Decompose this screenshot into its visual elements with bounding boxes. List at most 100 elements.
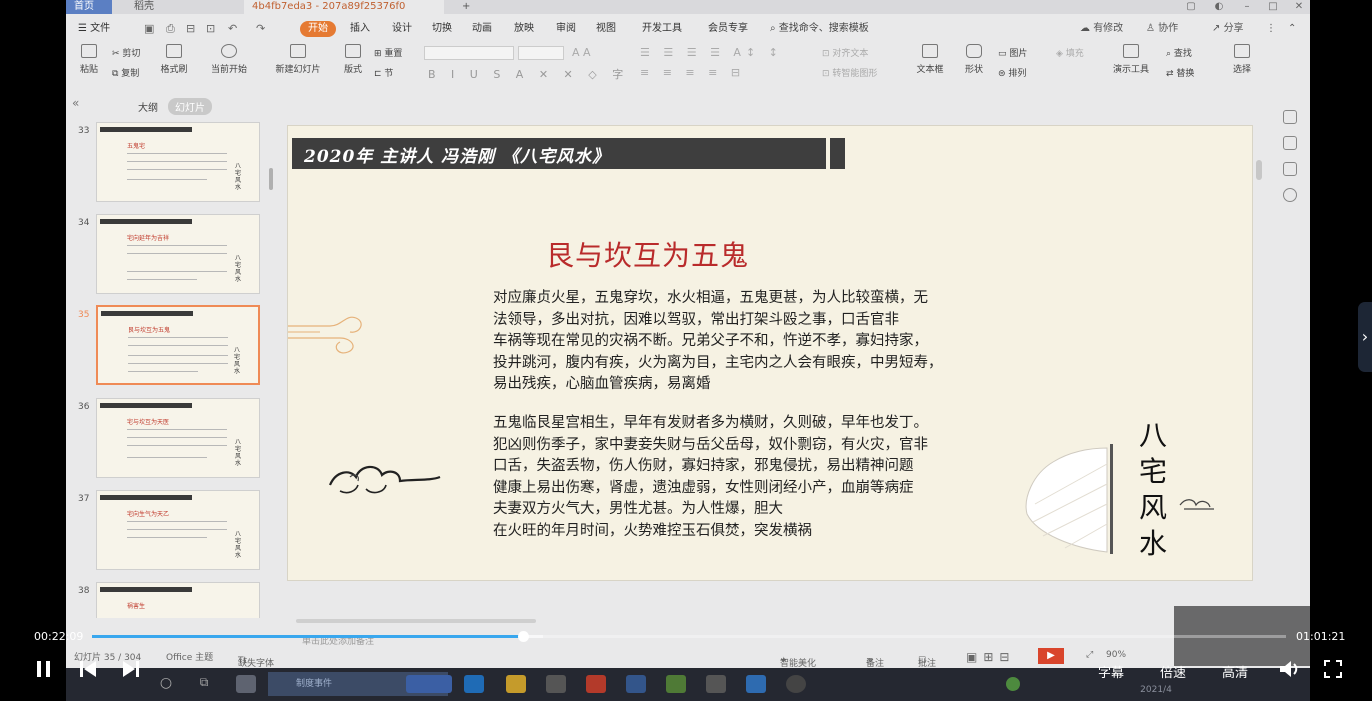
collaborate-button[interactable]: ♙ 协作 bbox=[1146, 21, 1178, 37]
fill-button[interactable]: ◈ 填充 bbox=[1056, 46, 1084, 59]
help-icon[interactable] bbox=[1283, 188, 1297, 202]
font-size-select[interactable] bbox=[518, 46, 564, 60]
share-button[interactable]: ↗ 分享 bbox=[1212, 21, 1244, 37]
more-icon[interactable]: ⋮ bbox=[1266, 21, 1276, 37]
collapse-panel-icon[interactable]: « bbox=[72, 96, 79, 110]
horizontal-scrollbar[interactable] bbox=[286, 618, 1186, 624]
menu-design[interactable]: 设计 bbox=[392, 21, 412, 37]
mail-icon[interactable] bbox=[626, 675, 646, 693]
previous-icon[interactable] bbox=[78, 659, 98, 679]
menu-file[interactable]: ☰ 文件 bbox=[78, 21, 110, 37]
slide-thumbnail-34[interactable]: 宅向延年为吉祥 八宅风水 bbox=[96, 214, 260, 294]
preview-icon[interactable]: ⊡ bbox=[206, 21, 215, 37]
quality-button[interactable]: 高清 bbox=[1222, 662, 1248, 681]
menu-slideshow[interactable]: 放映 bbox=[514, 21, 534, 37]
progress-bar[interactable] bbox=[92, 631, 1286, 642]
menu-insert[interactable]: 插入 bbox=[350, 21, 370, 37]
slide-thumbnail-35[interactable]: 艮与坎互为五鬼 八宅风水 bbox=[96, 305, 260, 385]
redo-icon[interactable]: ↷ bbox=[256, 21, 265, 37]
tray-icon[interactable] bbox=[1006, 677, 1020, 691]
layout-button[interactable]: 版式 bbox=[338, 44, 368, 75]
menu-animation[interactable]: 动画 bbox=[472, 21, 492, 37]
picture-button[interactable]: ▭ 图片 bbox=[998, 46, 1027, 59]
volume-icon[interactable] bbox=[1278, 659, 1300, 679]
export-pdf-icon[interactable]: ⎙ bbox=[166, 21, 175, 37]
tab-document[interactable]: 4b4fb7eda3 - 207a89f25376f0 bbox=[244, 0, 444, 14]
find-button[interactable]: ⌕ 查找 bbox=[1166, 46, 1192, 59]
edge-icon[interactable] bbox=[464, 675, 484, 693]
subtitles-button[interactable]: 字幕 bbox=[1098, 662, 1124, 681]
minimize-icon[interactable]: – bbox=[1236, 0, 1258, 14]
thumbnail-scrollbar[interactable] bbox=[269, 168, 273, 190]
canvas-scroll-thumb[interactable] bbox=[1256, 160, 1262, 180]
pin-icon[interactable] bbox=[1283, 136, 1297, 150]
next-episode-tab[interactable]: › bbox=[1358, 302, 1372, 372]
window-layout-icon[interactable]: ▢ bbox=[1180, 0, 1202, 14]
pause-icon[interactable] bbox=[34, 659, 54, 679]
wps-icon[interactable] bbox=[746, 675, 766, 693]
canvas-scrollbar[interactable] bbox=[1256, 96, 1264, 586]
wechat-icon[interactable] bbox=[666, 675, 686, 693]
store-icon[interactable] bbox=[546, 675, 566, 693]
app-icon[interactable] bbox=[706, 675, 726, 693]
new-slide-button[interactable]: 新建幻灯片 bbox=[270, 44, 326, 75]
close-icon[interactable]: ✕ bbox=[1288, 0, 1310, 14]
replace-button[interactable]: ⇄ 替换 bbox=[1166, 66, 1194, 79]
folder-icon[interactable] bbox=[506, 675, 526, 693]
select-button[interactable]: 选择 bbox=[1224, 44, 1260, 75]
cortana-icon[interactable]: ○ bbox=[156, 675, 176, 693]
textbox-button[interactable]: 文本框 bbox=[912, 44, 948, 75]
next-icon[interactable] bbox=[121, 659, 141, 679]
menu-transition[interactable]: 切换 bbox=[432, 21, 452, 37]
view-mode-icons[interactable]: ▣⊞⊟ bbox=[966, 650, 1015, 664]
reset-button[interactable]: ⊞ 重置 bbox=[374, 46, 402, 59]
play-from-current-button[interactable]: 当前开始 bbox=[204, 44, 254, 75]
text-align-button[interactable]: ⊡ 对齐文本 bbox=[822, 46, 868, 59]
app-icon[interactable] bbox=[236, 675, 256, 693]
slide-thumbnail-37[interactable]: 宅向生气为天乙 八宅风水 bbox=[96, 490, 260, 570]
command-search[interactable]: ⌕ 查找命令、搜索模板 bbox=[770, 21, 869, 37]
play-slideshow-icon[interactable]: ▶ bbox=[1038, 648, 1064, 664]
smart-convert-button[interactable]: ⊡ 转智能图形 bbox=[822, 66, 877, 79]
taskbar-app[interactable] bbox=[406, 675, 452, 693]
slide-thumbnail-36[interactable]: 宅与坎互为天医 八宅风水 bbox=[96, 398, 260, 478]
speed-button[interactable]: 倍速 bbox=[1160, 662, 1186, 681]
menu-home[interactable]: 开始 bbox=[300, 21, 336, 37]
changes-button[interactable]: ☁ 有修改 bbox=[1080, 21, 1123, 37]
maximize-icon[interactable]: □ bbox=[1262, 0, 1284, 14]
fullscreen-icon[interactable] bbox=[1323, 659, 1343, 679]
slide-thumbnail-38[interactable]: 祸害生 bbox=[96, 582, 260, 618]
menu-developer[interactable]: 开发工具 bbox=[642, 21, 682, 37]
slides-panel-icon[interactable] bbox=[1283, 162, 1297, 176]
fit-icon[interactable]: ⤢ bbox=[1086, 650, 1093, 660]
progress-handle[interactable] bbox=[518, 631, 530, 642]
section-button[interactable]: ⊏ 节 bbox=[374, 66, 393, 79]
print-icon[interactable]: ⊟ bbox=[186, 21, 195, 37]
current-slide[interactable]: 2020年 主讲人 冯浩刚 《八宅风水》 艮与坎互为五鬼 对应廉贞火星，五鬼穿坎… bbox=[287, 125, 1253, 581]
menu-view[interactable]: 视图 bbox=[596, 21, 616, 37]
menu-member[interactable]: 会员专享 bbox=[708, 21, 748, 37]
arrange-button[interactable]: ⊜ 排列 bbox=[998, 66, 1026, 79]
outline-tab[interactable]: 大纲 bbox=[138, 99, 158, 114]
skin-icon[interactable]: ◐ bbox=[1208, 0, 1230, 14]
slides-tab[interactable]: 幻灯片 bbox=[168, 98, 212, 115]
horizontal-scroll-thumb[interactable] bbox=[296, 619, 536, 623]
office-icon[interactable] bbox=[586, 675, 606, 693]
align-icons[interactable]: ≡ ≡ ≡ ≡ ⊟ bbox=[640, 66, 745, 79]
menu-review[interactable]: 审阅 bbox=[556, 21, 576, 37]
properties-icon[interactable] bbox=[1283, 110, 1297, 124]
task-view-icon[interactable]: ⧉ bbox=[194, 675, 214, 693]
save-icon[interactable]: ▣ bbox=[144, 21, 154, 37]
presenter-tools-button[interactable]: 演示工具 bbox=[1106, 44, 1156, 75]
shape-button[interactable]: 形状 bbox=[956, 44, 992, 75]
copy-button[interactable]: ⧉ 复制 bbox=[112, 66, 139, 79]
format-painter-button[interactable]: 格式刷 bbox=[156, 44, 192, 75]
cut-button[interactable]: ✂ 剪切 bbox=[112, 46, 140, 59]
tab-home[interactable]: 首页 bbox=[66, 0, 112, 14]
collapse-ribbon-icon[interactable]: ⌃ bbox=[1288, 21, 1296, 37]
new-tab-icon[interactable]: + bbox=[454, 0, 470, 14]
paste-button[interactable]: 粘贴 bbox=[76, 44, 102, 75]
font-family-select[interactable] bbox=[424, 46, 514, 60]
tab-docer[interactable]: 稻壳 bbox=[126, 0, 186, 14]
app-icon[interactable] bbox=[786, 675, 806, 693]
